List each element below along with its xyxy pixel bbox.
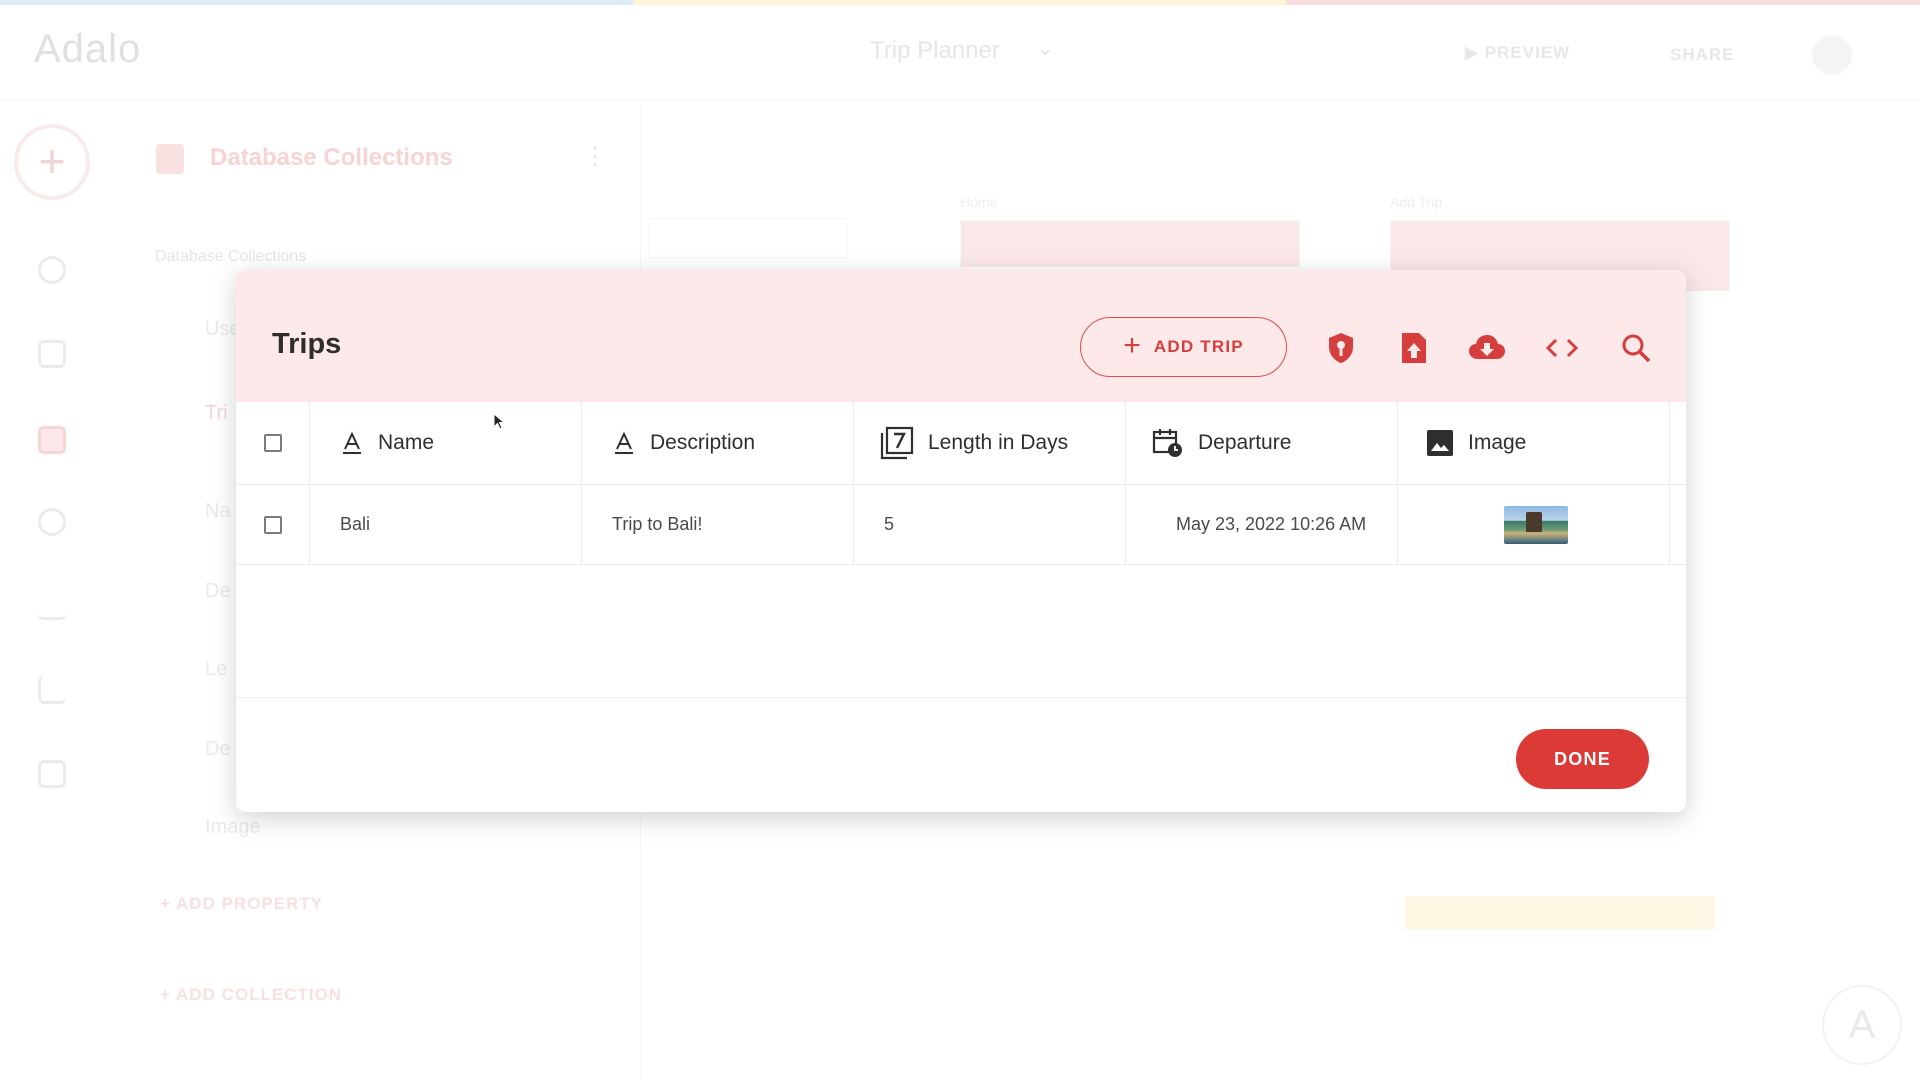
column-header-description[interactable]: Description [582,402,854,484]
column-header-departure[interactable]: Departure [1126,402,1398,484]
mouse-cursor-icon [493,413,505,430]
table-header: Name Description Length in Days Departur… [236,402,1686,485]
done-button[interactable]: DONE [1516,729,1649,789]
text-icon [615,431,633,454]
select-all-checkbox[interactable] [263,434,282,452]
column-label-departure: Departure [1198,431,1292,454]
row-filler [1670,485,1686,564]
column-header-image[interactable]: Image [1398,402,1670,484]
modal-header: Trips + ADD TRIP [236,270,1686,402]
cell-description[interactable]: Trip to Bali! [582,485,854,564]
bali-image-thumbnail[interactable] [1504,505,1568,544]
calendar-icon [1152,429,1182,457]
cloud-download-icon[interactable] [1467,328,1507,368]
header-filler [1670,402,1686,484]
search-icon[interactable] [1616,328,1656,368]
cell-description-value: Trip to Bali! [612,514,703,534]
header-checkbox-cell [236,402,310,484]
row-checkbox[interactable] [263,515,282,534]
add-trip-button[interactable]: + ADD TRIP [1080,317,1287,377]
table-row[interactable]: Bali Trip to Bali! 5 May 23, 2022 10:26 … [236,485,1686,565]
cell-image[interactable] [1398,485,1670,564]
cell-length-value: 5 [884,514,895,534]
records-table: Name Description Length in Days Departur… [236,402,1686,698]
add-trip-label: ADD TRIP [1153,337,1244,356]
trips-collection-modal: Trips + ADD TRIP Name Description Length… [236,270,1686,812]
cell-length[interactable]: 5 [854,485,1126,564]
cell-departure-value: May 23, 2022 10:26 AM [1176,514,1367,534]
column-label-description: Description [650,431,756,454]
cell-name-value: Bali [340,514,371,534]
column-label-name: Name [378,431,435,454]
column-label-length: Length in Days [928,431,1069,454]
code-icon[interactable] [1542,328,1582,368]
upload-file-icon[interactable] [1394,328,1434,368]
permissions-shield-icon[interactable] [1321,328,1361,368]
cell-name[interactable]: Bali [310,485,582,564]
cell-departure[interactable]: May 23, 2022 10:26 AM [1126,485,1398,564]
column-label-image: Image [1468,431,1527,454]
modal-title: Trips [272,328,342,360]
plus-icon: + [1123,328,1142,362]
number-icon [880,426,914,460]
image-icon [1427,430,1453,456]
column-header-length[interactable]: Length in Days [854,402,1126,484]
row-checkbox-cell [236,485,310,564]
text-icon [343,431,361,454]
column-header-name[interactable]: Name [310,402,582,484]
